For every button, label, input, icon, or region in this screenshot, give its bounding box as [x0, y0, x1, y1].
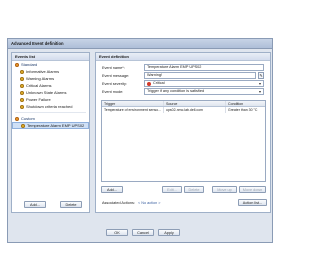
event-icon: [20, 83, 24, 88]
event-icon: [20, 104, 24, 109]
event-item-label: Shutdown criteria reached: [26, 104, 73, 109]
event-item-power-failure[interactable]: Power Failure: [12, 96, 89, 103]
event-message-label: Event message:: [102, 73, 130, 78]
associated-actions-label: Associated Actions:: [102, 201, 135, 205]
events-list-panel: Events list Standard Informative Alarms …: [11, 52, 90, 213]
event-item-label: Unknown State Alarms: [26, 90, 67, 95]
event-message-field[interactable]: Warning!: [144, 72, 256, 79]
event-message-row: Event message: Warning! ✎: [102, 72, 264, 79]
event-icon: [20, 76, 24, 81]
action-list-button[interactable]: Action list...: [238, 199, 267, 206]
event-definition-title: Event definition: [96, 53, 270, 61]
cancel-button[interactable]: Cancel: [132, 229, 154, 236]
event-severity-select[interactable]: Critical ▼: [144, 80, 264, 87]
source-column-header[interactable]: Source: [164, 101, 226, 106]
events-delete-button[interactable]: Delete: [60, 201, 82, 208]
event-name-row: Event name*: Temperature Alarm EMP UPS02: [102, 64, 264, 71]
condition-delete-button[interactable]: Delete: [184, 186, 204, 193]
standard-group-header[interactable]: Standard: [12, 61, 89, 68]
edit-message-button[interactable]: ✎: [258, 72, 264, 79]
event-item-warning[interactable]: Warning Alarms: [12, 75, 89, 82]
event-item-informative[interactable]: Informative Alarms: [12, 68, 89, 75]
event-icon: [20, 90, 24, 95]
custom-group-label: Custom: [21, 116, 35, 121]
event-item-label: Power Failure: [26, 97, 51, 102]
move-down-button[interactable]: Move down: [239, 186, 266, 193]
dialog-title: Advanced Event definition: [8, 39, 272, 49]
event-mode-value: Trigger if any condition is satisfied: [147, 89, 205, 93]
conditions-table: Trigger Source Condition Temperature of …: [101, 100, 266, 182]
associated-actions-value: < No action >: [137, 201, 161, 205]
event-icon: [21, 123, 25, 128]
event-item-label: Temperature Alarm EMP UPS02: [27, 123, 85, 128]
move-up-button[interactable]: Move up: [212, 186, 237, 193]
advanced-event-dialog: Advanced Event definition Events list St…: [7, 38, 273, 243]
event-name-label: Event name*:: [102, 65, 125, 70]
standard-group-icon: [15, 62, 19, 67]
event-item-label: Informative Alarms: [26, 69, 60, 74]
trigger-column-header[interactable]: Trigger: [102, 101, 164, 106]
source-cell: ups02-nmc.lab.dell.com: [164, 107, 226, 113]
condition-edit-button[interactable]: Edit...: [162, 186, 182, 193]
chevron-down-icon: ▼: [258, 82, 262, 86]
event-item-unknown[interactable]: Unknown State Alarms: [12, 89, 89, 96]
custom-group-header[interactable]: Custom: [12, 115, 89, 122]
event-mode-label: Event mode:: [102, 89, 124, 94]
standard-group-label: Standard: [21, 62, 38, 67]
event-severity-row: Event severity: Critical ▼: [102, 80, 264, 87]
event-item-label: Warning Alarms: [26, 76, 55, 81]
events-add-button[interactable]: Add...: [24, 201, 46, 208]
events-list-title: Events list: [12, 53, 89, 61]
event-icon: [20, 97, 24, 102]
event-severity-value: Critical: [153, 81, 165, 85]
event-item-custom-temperature[interactable]: Temperature Alarm EMP UPS02: [12, 122, 89, 129]
pencil-icon: ✎: [259, 73, 263, 78]
event-name-value: Temperature Alarm EMP UPS02: [147, 65, 202, 69]
event-mode-row: Event mode: Trigger if any condition is …: [102, 88, 264, 95]
trigger-cell: Temperature of environment senso...: [102, 107, 164, 113]
associated-actions: Associated Actions: < No action >: [102, 201, 161, 205]
event-definition-panel: Event definition Event name*: Temperatur…: [95, 52, 271, 213]
event-severity-label: Event severity:: [102, 81, 127, 86]
custom-group-icon: [15, 116, 19, 121]
table-row[interactable]: Temperature of environment senso... ups0…: [102, 107, 265, 113]
event-name-field[interactable]: Temperature Alarm EMP UPS02: [144, 64, 264, 71]
condition-add-button[interactable]: Add...: [101, 186, 123, 193]
event-item-critical[interactable]: Critical Alarms: [12, 82, 89, 89]
event-item-shutdown[interactable]: Shutdown criteria reached: [12, 103, 89, 110]
event-icon: [20, 69, 24, 74]
group-divider: [15, 112, 86, 113]
event-item-label: Critical Alarms: [26, 83, 52, 88]
condition-cell: Greater than 30 °C: [228, 108, 258, 112]
apply-button[interactable]: Apply: [158, 229, 180, 236]
chevron-down-icon: ▼: [258, 90, 262, 94]
ok-button[interactable]: OK: [106, 229, 128, 236]
event-mode-select[interactable]: Trigger if any condition is satisfied ▼: [144, 88, 264, 95]
critical-severity-icon: [147, 81, 151, 86]
condition-column-header[interactable]: Condition: [226, 101, 265, 106]
event-message-value: Warning!: [147, 73, 163, 77]
